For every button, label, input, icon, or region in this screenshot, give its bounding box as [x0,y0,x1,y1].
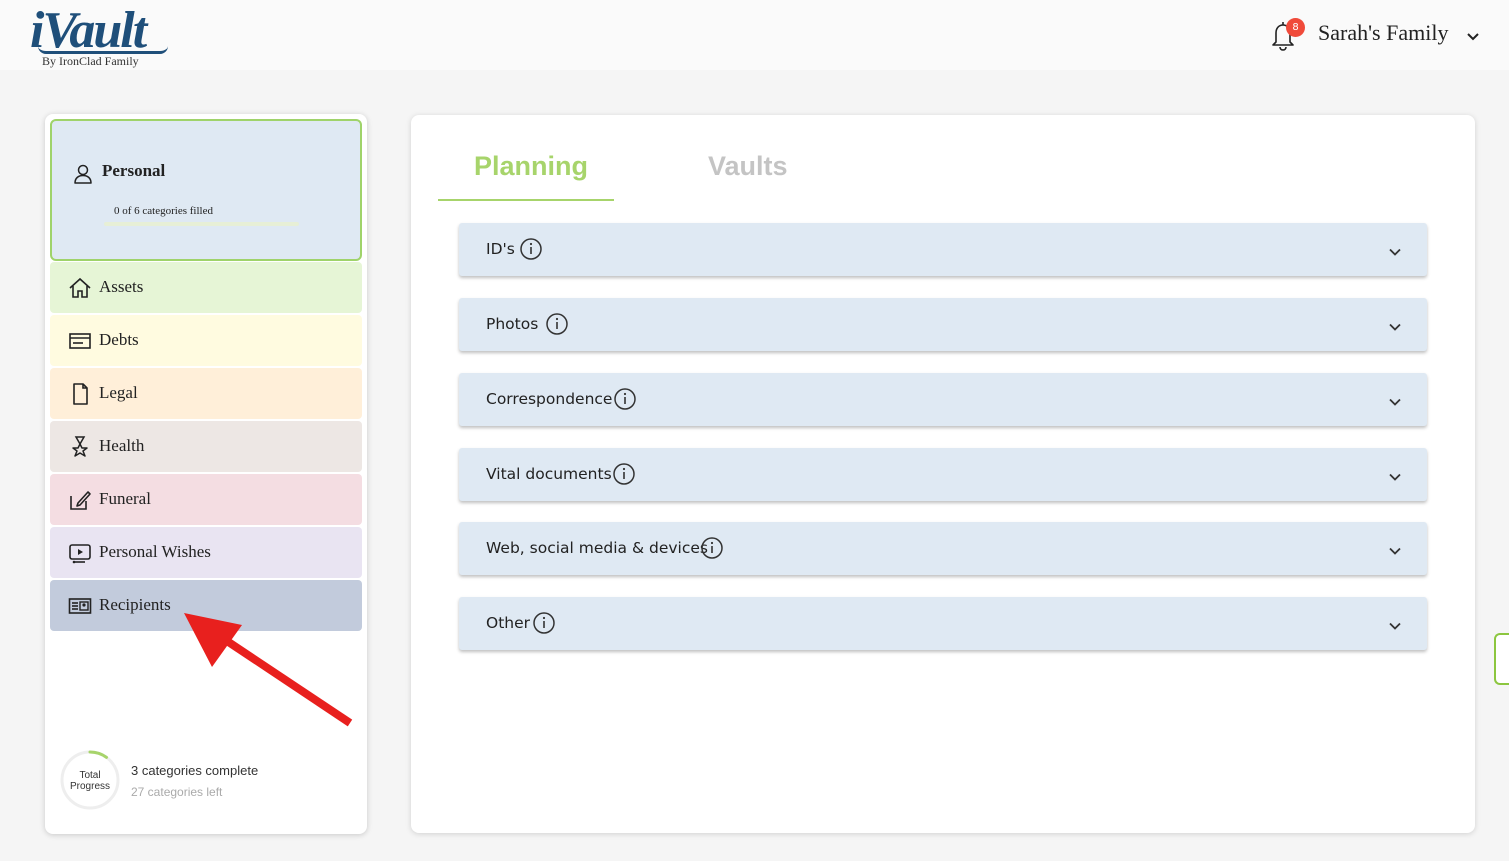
home-icon [69,277,91,298]
sidebar-item-personal-wishes[interactable]: Personal Wishes [50,527,362,578]
accordion-label: Correspondence [486,390,613,408]
accordion-label: ID's [486,240,515,258]
credit-card-icon [69,333,91,349]
user-icon [74,164,92,184]
accordion-label: Photos [486,315,539,333]
info-icon[interactable] [545,312,569,336]
sidebar-item-label: Funeral [99,489,151,508]
info-icon[interactable] [700,536,724,560]
accordion-photos[interactable]: Photos [459,298,1427,351]
pen-square-icon [70,491,91,510]
info-icon[interactable] [532,611,556,635]
main-content-panel: Planning Vaults ID's Photos Corresponden… [411,115,1475,833]
health-ribbon-icon [72,436,88,457]
chevron-down-icon[interactable] [1388,544,1402,558]
accordion-vital-documents[interactable]: Vital documents [459,448,1427,501]
personal-progress-text: 0 of 6 categories filled [114,205,213,217]
id-card-icon [68,598,92,614]
chevron-down-icon[interactable] [1388,619,1402,633]
ivault-logo[interactable]: iVault By IronClad Family [28,2,178,68]
document-icon [73,383,88,405]
sidebar-item-label: Personal Wishes [99,542,211,561]
logo-swoosh [38,46,168,54]
accordion-label: Other [486,614,531,632]
sidebar-item-label: Recipients [99,595,171,614]
sidebar-item-health[interactable]: Health [50,421,362,472]
info-icon[interactable] [612,462,636,486]
side-widget-tab[interactable] [1494,633,1509,685]
categories-left-text: 27 categories left [131,785,223,799]
total-progress-label: Total Progress [69,770,110,792]
active-tab-indicator [438,199,614,201]
tab-vaults[interactable]: Vaults [708,151,788,182]
chevron-down-icon[interactable] [1465,28,1481,44]
notification-badge: 8 [1286,18,1305,37]
sidebar-item-label: Debts [99,330,139,349]
personal-progress-bar [104,222,299,226]
sidebar-item-assets[interactable]: Assets [50,262,362,313]
sidebar-item-label: Assets [99,277,144,296]
video-icon [69,544,91,564]
accordion-ids[interactable]: ID's [459,223,1427,276]
accordion-web-social-devices[interactable]: Web, social media & devices [459,522,1427,575]
personal-category-card[interactable]: Personal 0 of 6 categories filled [50,119,362,261]
logo-tagline: By IronClad Family [42,54,139,68]
chevron-down-icon[interactable] [1388,245,1402,259]
info-icon[interactable] [519,237,543,261]
sidebar-item-funeral[interactable]: Funeral [50,474,362,525]
chevron-down-icon[interactable] [1388,470,1402,484]
accordion-other[interactable]: Other [459,597,1427,650]
app-header: iVault By IronClad Family 8 Sarah's Fami… [0,0,1509,70]
family-selector-label[interactable]: Sarah's Family [1318,20,1448,46]
chevron-down-icon[interactable] [1388,320,1402,334]
info-icon[interactable] [613,387,637,411]
sidebar-item-label: Legal [99,383,138,402]
sidebar-item-label: Health [99,436,145,455]
accordion-label: Vital documents [486,465,612,483]
categories-complete-text: 3 categories complete [131,763,259,778]
annotation-arrow-icon [184,613,353,727]
personal-title: Personal [102,161,166,180]
accordion-label: Web, social media & devices [486,539,708,557]
chevron-down-icon[interactable] [1388,395,1402,409]
tab-planning[interactable]: Planning [474,151,588,182]
sidebar-item-legal[interactable]: Legal [50,368,362,419]
sidebar-item-debts[interactable]: Debts [50,315,362,366]
accordion-correspondence[interactable]: Correspondence [459,373,1427,426]
